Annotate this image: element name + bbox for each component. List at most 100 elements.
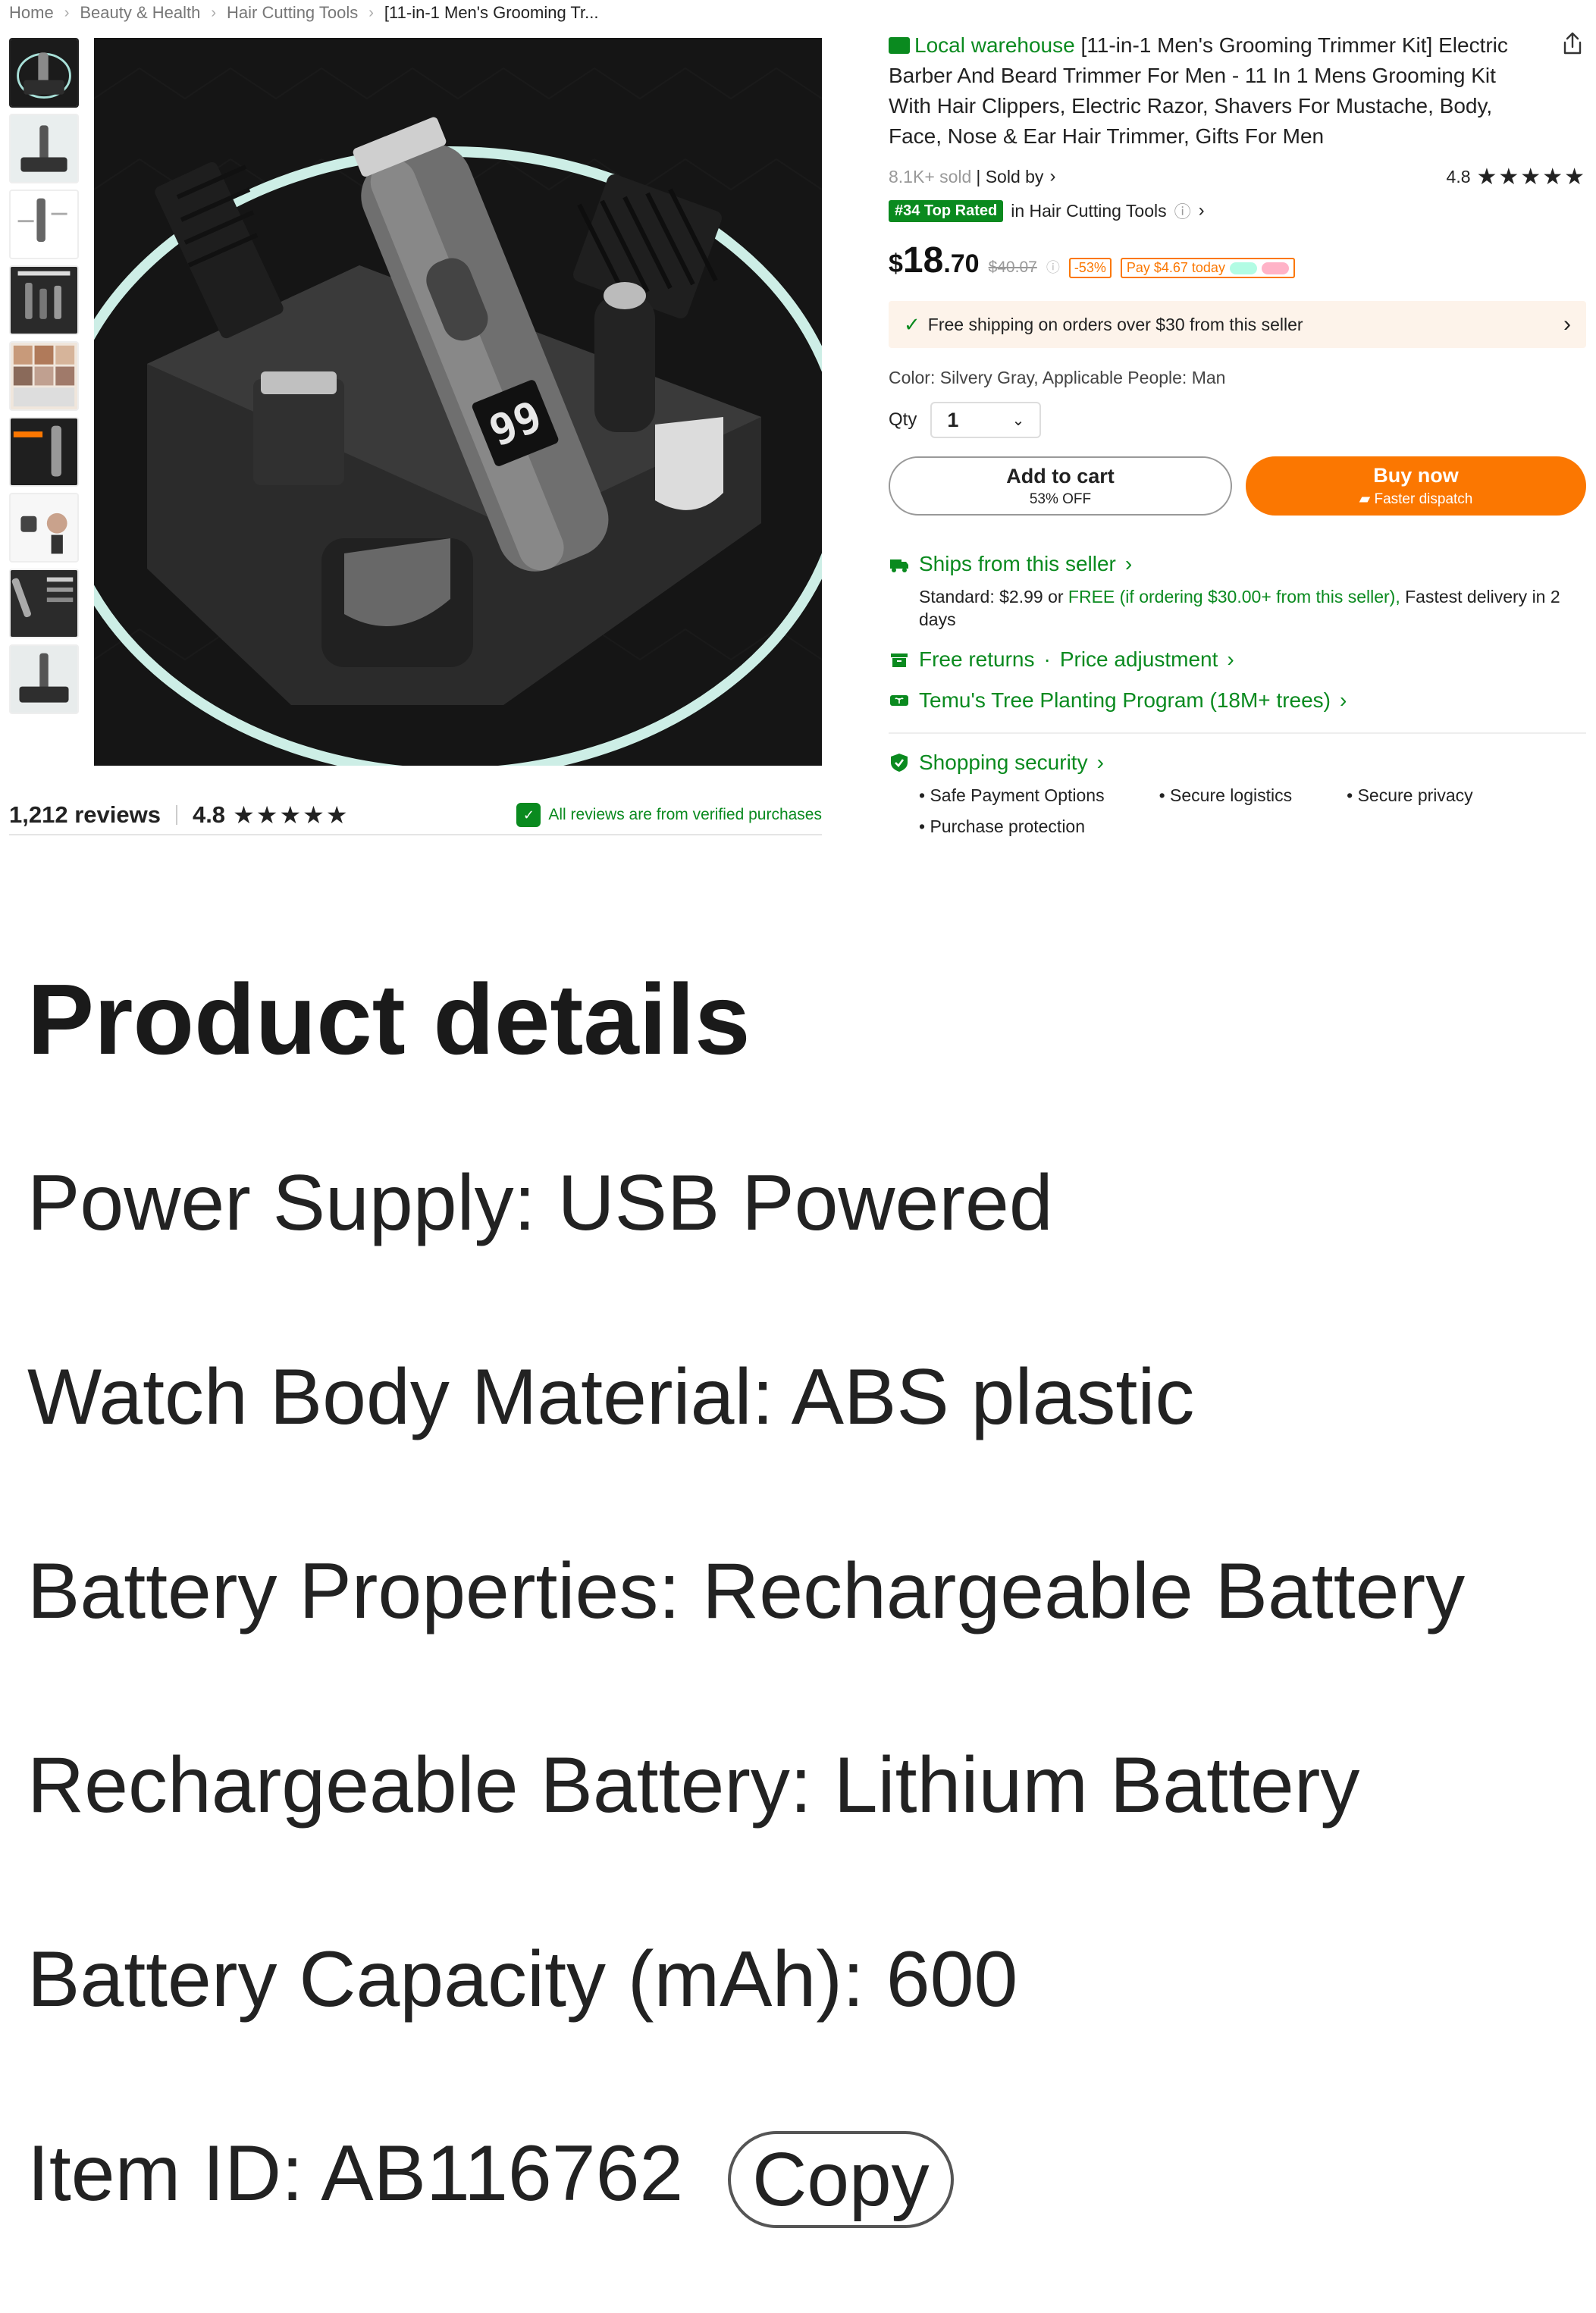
breadcrumb-home[interactable]: Home [9,3,54,23]
product-rating[interactable]: 4.8 ★★★★★ [1447,164,1586,190]
product-rating-value: 4.8 [1446,166,1471,186]
chevron-right-icon: › [1096,751,1104,774]
reviews-count[interactable]: 1,212 reviews [9,801,161,829]
thumbnail-2[interactable] [9,114,79,183]
thumbnail-6[interactable] [9,417,79,487]
breadcrumb-category[interactable]: Beauty & Health [80,3,200,23]
afterpay-logo-icon [1229,262,1257,274]
shopping-security[interactable]: Shopping security › [889,751,1586,775]
ships-from-label: Ships from this seller [919,552,1116,575]
product-details: Product details Power Supply: USB Powere… [27,963,1574,2228]
chevron-right-icon: › [1340,688,1347,712]
shipping-detail: Standard: $2.99 or FREE (if ordering $30… [919,587,1560,629]
plant-icon [890,695,908,706]
thumbnail-strip [9,38,79,720]
info-icon[interactable]: ⓘ [1174,199,1191,223]
returns-row[interactable]: Free returns · Price adjustment › [889,647,1586,672]
local-warehouse-label: Local warehouse [914,33,1075,57]
sold-by-label[interactable]: | Sold by [976,167,1043,187]
original-price: $40.07 [988,259,1037,276]
pay-today-label: Pay $4.67 today [1126,260,1225,275]
buy-now-sublabel: ▰ Faster dispatch [1359,491,1473,507]
top-rated-badge: #34 Top Rated [889,199,1004,222]
tree-planting-link: Temu's Tree Planting Program (18M+ trees… [919,688,1331,712]
price-adjustment-link[interactable]: Price adjustment [1060,647,1218,672]
verified-purchases-note: ✓ All reviews are from verified purchase… [516,803,822,827]
buy-now-button[interactable]: Buy now ▰ Faster dispatch [1246,456,1586,516]
reviews-rating: 4.8 [192,801,226,828]
quantity-row: Qty 1 ⌄ [889,402,1586,438]
quantity-select[interactable]: 1 ⌄ [930,402,1042,438]
breadcrumb-current: [11-in-1 Men's Grooming Tr... [384,3,599,22]
add-to-cart-label: Add to cart [1006,464,1115,487]
breadcrumb-separator-icon: › [64,4,70,21]
info-icon[interactable]: ⓘ [1046,257,1060,277]
reviews-summary: 1,212 reviews 4.8 ★★★★★ ✓ All reviews ar… [9,796,822,835]
chevron-right-icon: › [1563,312,1571,337]
detail-battery-capacity: Battery Capacity (mAh): 600 [27,1935,1018,2023]
buy-now-label: Buy now [1373,464,1459,487]
thumbnail-3[interactable] [9,190,79,259]
sold-count: 8.1K+ sold [889,166,972,186]
klarna-logo-icon [1261,262,1289,274]
product-attributes: Color: Silvery Gray, Applicable People: … [889,368,1226,387]
free-shipping-banner[interactable]: ✓ Free shipping on orders over $30 from … [889,301,1586,348]
price-row: $18.70 $40.07 ⓘ -53% Pay $4.67 today [889,240,1586,281]
thumbnail-7[interactable] [9,493,79,563]
current-price: $18.70 [889,240,980,281]
thumbnail-9[interactable] [9,644,79,714]
qty-value: 1 [947,408,959,431]
add-to-cart-sublabel: 53% OFF [1029,490,1092,507]
security-item: • Secure privacy [1347,785,1473,805]
shield-check-icon [891,754,908,772]
truck-icon [889,37,910,54]
product-details-title: Product details [27,964,751,1075]
thumbnail-4[interactable] [9,265,79,335]
discount-badge: -53% [1068,258,1112,278]
detail-battery-properties: Battery Properties: Rechargeable Battery [27,1547,1466,1635]
star-rating-icon: ★★★★★ [233,801,350,829]
chevron-right-icon: › [1124,552,1133,575]
breadcrumb-separator-icon: › [211,4,217,21]
security-item: • Secure logistics [1159,785,1293,805]
separator-dot: · [1043,647,1051,671]
breadcrumb-subcategory[interactable]: Hair Cutting Tools [227,3,358,23]
checkmark-icon: ✓ [904,312,920,336]
thumbnail-8[interactable] [9,569,79,638]
free-shipping-text: Free shipping on orders over $30 from th… [927,314,1303,334]
verified-label: All reviews are from verified purchases [548,806,822,823]
top-rated-row[interactable]: #34 Top Rated in Hair Cutting Tools ⓘ › [889,199,1586,223]
add-to-cart-button[interactable]: Add to cart 53% OFF [889,456,1232,516]
thumbnail-1[interactable] [9,38,79,108]
security-item: • Purchase protection [919,816,1086,836]
breadcrumb: Home › Beauty & Health › Hair Cutting To… [9,0,598,26]
tree-planting-row[interactable]: Temu's Tree Planting Program (18M+ trees… [889,688,1586,713]
security-item: • Safe Payment Options [919,785,1105,805]
truck-icon [890,559,908,572]
box-return-icon [891,653,908,667]
shield-check-icon: ✓ [516,803,541,827]
share-icon[interactable] [1559,30,1586,58]
pay-today-badge[interactable]: Pay $4.67 today [1120,258,1295,278]
breadcrumb-separator-icon: › [368,4,374,21]
detail-body-material: Watch Body Material: ABS plastic [27,1353,1195,1441]
chevron-down-icon: ⌄ [1011,412,1025,429]
chevron-right-icon[interactable]: › [1049,166,1055,187]
purchase-buttons: Add to cart 53% OFF Buy now ▰ Faster dis… [889,456,1586,516]
main-product-image[interactable]: 99 [94,38,822,766]
chevron-right-icon: › [1227,647,1234,671]
ships-from-seller[interactable]: Ships from this seller › [889,552,1586,576]
detail-rechargeable-battery: Rechargeable Battery: Lithium Battery [27,1741,1360,1829]
truck-icon: ▰ [1359,491,1375,507]
top-rated-category: in Hair Cutting Tools [1011,200,1167,221]
item-id: Item ID: AB116762 [27,2130,684,2217]
thumbnail-5[interactable] [9,341,79,411]
shopping-security-label: Shopping security [919,751,1088,774]
free-returns-link[interactable]: Free returns [919,647,1035,672]
item-id-row: Item ID: AB116762 Copy [27,2124,1574,2228]
security-items: • Safe Payment Options • Secure logistic… [889,785,1586,837]
copy-button[interactable]: Copy [728,2130,954,2228]
detail-power-supply: Power Supply: USB Powered [27,1159,1053,1247]
qty-label: Qty [889,409,917,430]
divider [889,732,1586,734]
